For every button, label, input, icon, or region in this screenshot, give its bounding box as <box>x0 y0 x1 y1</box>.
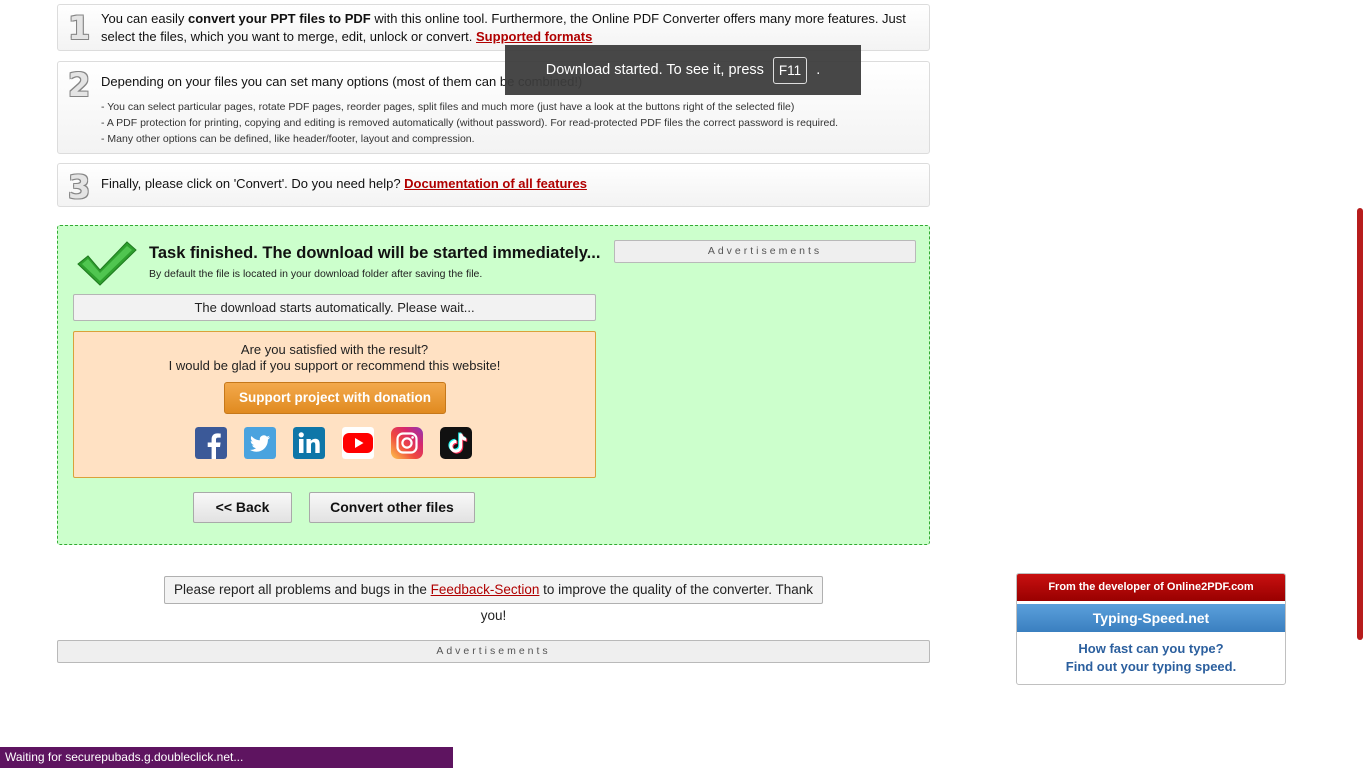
step-3-panel: 3 Finally, please click on 'Convert'. Do… <box>57 163 930 207</box>
step-1-panel: 1 You can easily convert your PPT files … <box>57 4 930 51</box>
developer-promo-question[interactable]: How fast can you type? <box>1017 641 1285 656</box>
feedback-section-link[interactable]: Feedback-Section <box>431 582 540 597</box>
feedback-text-a: Please report all problems and bugs in t… <box>173 582 431 597</box>
step-number-2: 2 <box>68 66 91 104</box>
task-finished-subtitle: By default the file is located in your d… <box>149 268 483 280</box>
feedback-notice: Please report all problems and bugs in t… <box>164 576 823 623</box>
advertisement-label: Advertisements <box>614 240 916 263</box>
facebook-icon[interactable] <box>195 427 227 459</box>
twitter-icon[interactable] <box>244 427 276 459</box>
list-item: - A PDF protection for printing, copying… <box>101 117 839 129</box>
back-button[interactable]: << Back <box>193 492 292 523</box>
step-2-options-list: - You can select particular pages, rotat… <box>101 99 838 147</box>
linkedin-icon[interactable] <box>293 427 325 459</box>
toast-suffix: . <box>816 62 821 78</box>
donation-panel: Are you satisfied with the result? I wou… <box>73 331 596 478</box>
step-3-text-a: Finally, please click on 'Convert'. Do y… <box>101 176 405 191</box>
step-number-3: 3 <box>68 168 91 206</box>
supported-formats-link[interactable]: Supported formats <box>476 29 592 44</box>
social-links <box>195 427 472 459</box>
donation-request: I would be glad if you support or recomm… <box>168 358 501 373</box>
typing-speed-site-link[interactable]: Typing-Speed.net <box>1017 604 1285 632</box>
step-number-1: 1 <box>68 9 91 47</box>
f11-key-badge: F11 <box>772 56 808 84</box>
task-finished-title: Task finished. The download will be star… <box>149 244 601 262</box>
tiktok-icon[interactable] <box>440 427 472 459</box>
task-finished-panel: Task finished. The download will be star… <box>57 225 930 545</box>
step-3-text: Finally, please click on 'Convert'. Do y… <box>101 175 587 193</box>
youtube-icon[interactable] <box>342 427 374 459</box>
developer-promo-box[interactable]: From the developer of Online2PDF.com Typ… <box>1016 573 1286 685</box>
list-item: - Many other options can be defined, lik… <box>101 133 475 145</box>
toast-text: Download started. To see it, press <box>545 62 764 78</box>
developer-promo-header: From the developer of Online2PDF.com <box>1017 574 1285 601</box>
list-item: - You can select particular pages, rotat… <box>101 101 795 113</box>
documentation-link[interactable]: Documentation of all features <box>404 176 587 191</box>
convert-other-files-button[interactable]: Convert other files <box>309 492 475 523</box>
instagram-icon[interactable] <box>391 427 423 459</box>
donation-question: Are you satisfied with the result? <box>240 342 429 357</box>
step-1-text-bold: convert your PPT files to PDF <box>187 11 371 26</box>
download-wait-status: The download starts automatically. Pleas… <box>73 294 596 321</box>
bottom-advertisement-label: Advertisements <box>57 640 930 663</box>
download-started-toast: Download started. To see it, press F11 . <box>505 45 861 95</box>
step-1-text-a: You can easily <box>101 11 188 26</box>
support-donation-button[interactable]: Support project with donation <box>224 382 446 414</box>
vertical-scrollbar[interactable] <box>1357 208 1363 640</box>
developer-promo-cta[interactable]: Find out your typing speed. <box>1017 659 1285 674</box>
checkmark-icon <box>76 238 138 293</box>
step-1-text: You can easily convert your PPT files to… <box>101 10 926 46</box>
browser-status-bar: Waiting for securepubads.g.doubleclick.n… <box>0 747 453 768</box>
